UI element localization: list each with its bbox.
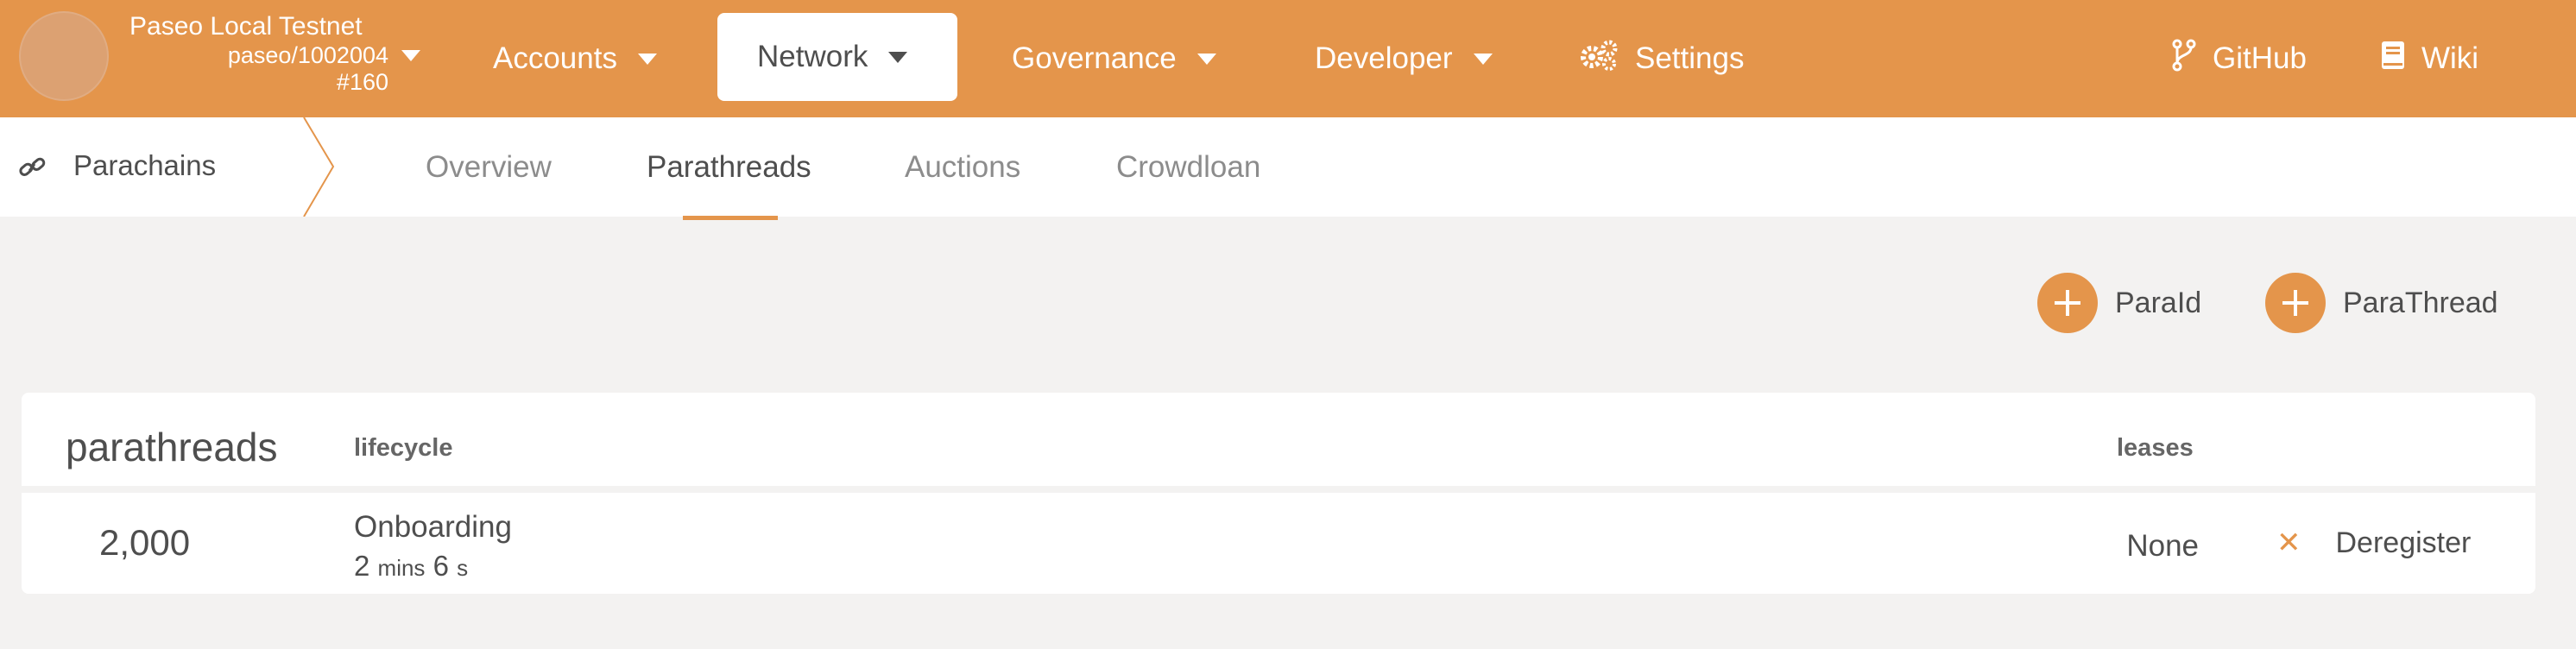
top-navbar: Paseo Local Testnet paseo/1002004 #160 A… [0, 0, 2576, 117]
menu-settings-label: Settings [1635, 41, 1745, 75]
chevron-down-icon [1196, 53, 1216, 65]
menu-wiki-label: Wiki [2421, 41, 2479, 75]
table-title: parathreads [66, 425, 278, 469]
link-icon [17, 155, 47, 184]
parathreads-table: parathreads lifecycle leases 2,000 Onboa… [22, 393, 2535, 594]
chain-logo[interactable] [19, 11, 109, 101]
menu-accounts-label: Accounts [493, 41, 617, 75]
countdown-secs-unit: s [457, 555, 469, 581]
menu-network[interactable]: Network [717, 13, 957, 101]
chevron-down-icon [1473, 53, 1493, 65]
countdown-mins-unit: mins [377, 555, 426, 581]
tab-crowdloan[interactable]: Crowdloan [1116, 117, 1260, 217]
active-tab-indicator [683, 216, 778, 220]
breadcrumb-chevron-icon [302, 117, 337, 221]
menu-github[interactable]: GitHub [2171, 0, 2307, 117]
sub-navbar: Parachains Overview Parathreads Auctions… [0, 117, 2576, 217]
chain-runtime: paseo/1002004 [227, 41, 388, 68]
menu-developer-label: Developer [1315, 41, 1453, 75]
gears-icon [1580, 40, 1619, 78]
menu-developer[interactable]: Developer [1315, 0, 1493, 117]
tab-auctions[interactable]: Auctions [905, 117, 1020, 217]
chain-name: Paseo Local Testnet [129, 12, 363, 41]
chevron-down-icon [888, 51, 908, 63]
menu-governance[interactable]: Governance [1012, 0, 1216, 117]
chain-block-number: #160 [336, 68, 388, 95]
tab-overview[interactable]: Overview [426, 117, 552, 217]
git-branch-icon [2171, 39, 2197, 79]
menu-governance-label: Governance [1012, 41, 1177, 75]
close-icon: ✕ [2276, 526, 2301, 559]
menu-github-label: GitHub [2213, 41, 2307, 75]
plus-icon [2265, 273, 2326, 333]
menu-wiki[interactable]: Wiki [2380, 0, 2478, 117]
add-parathread-label: ParaThread [2343, 286, 2498, 319]
leases-value: None [2126, 529, 2199, 563]
deregister-button[interactable]: ✕ Deregister [2276, 526, 2471, 560]
column-header-leases: leases [2117, 434, 2194, 462]
deregister-label: Deregister [2335, 526, 2472, 559]
add-paraid-button[interactable]: ParaId [2037, 273, 2201, 333]
table-row: 2,000 Onboarding 2 mins 6 s None ✕ Dereg… [22, 493, 2535, 594]
plus-icon [2037, 273, 2098, 333]
menu-network-label: Network [757, 40, 868, 73]
chain-selector[interactable]: Paseo Local Testnet paseo/1002004 #160 [129, 12, 388, 96]
lifecycle-cell: Onboarding 2 mins 6 s [354, 510, 512, 583]
menu-accounts[interactable]: Accounts [493, 0, 657, 117]
tab-parathreads[interactable]: Parathreads [647, 117, 811, 217]
add-paraid-label: ParaId [2115, 286, 2202, 319]
chevron-down-icon[interactable] [401, 50, 420, 61]
add-parathread-button[interactable]: ParaThread [2265, 273, 2498, 333]
section-title: Parachains [73, 149, 217, 181]
section-header: Parachains [0, 117, 337, 217]
lifecycle-countdown: 2 mins 6 s [354, 550, 512, 583]
chevron-down-icon [637, 53, 657, 65]
book-icon [2380, 41, 2406, 78]
countdown-secs: 6 [432, 550, 449, 582]
table-header: parathreads lifecycle leases [22, 393, 2535, 486]
lifecycle-state: Onboarding [354, 510, 512, 544]
parathread-id: 2,000 [99, 522, 191, 563]
menu-settings[interactable]: Settings [1580, 0, 1744, 117]
countdown-mins: 2 [354, 550, 370, 582]
column-header-lifecycle: lifecycle [354, 434, 453, 462]
